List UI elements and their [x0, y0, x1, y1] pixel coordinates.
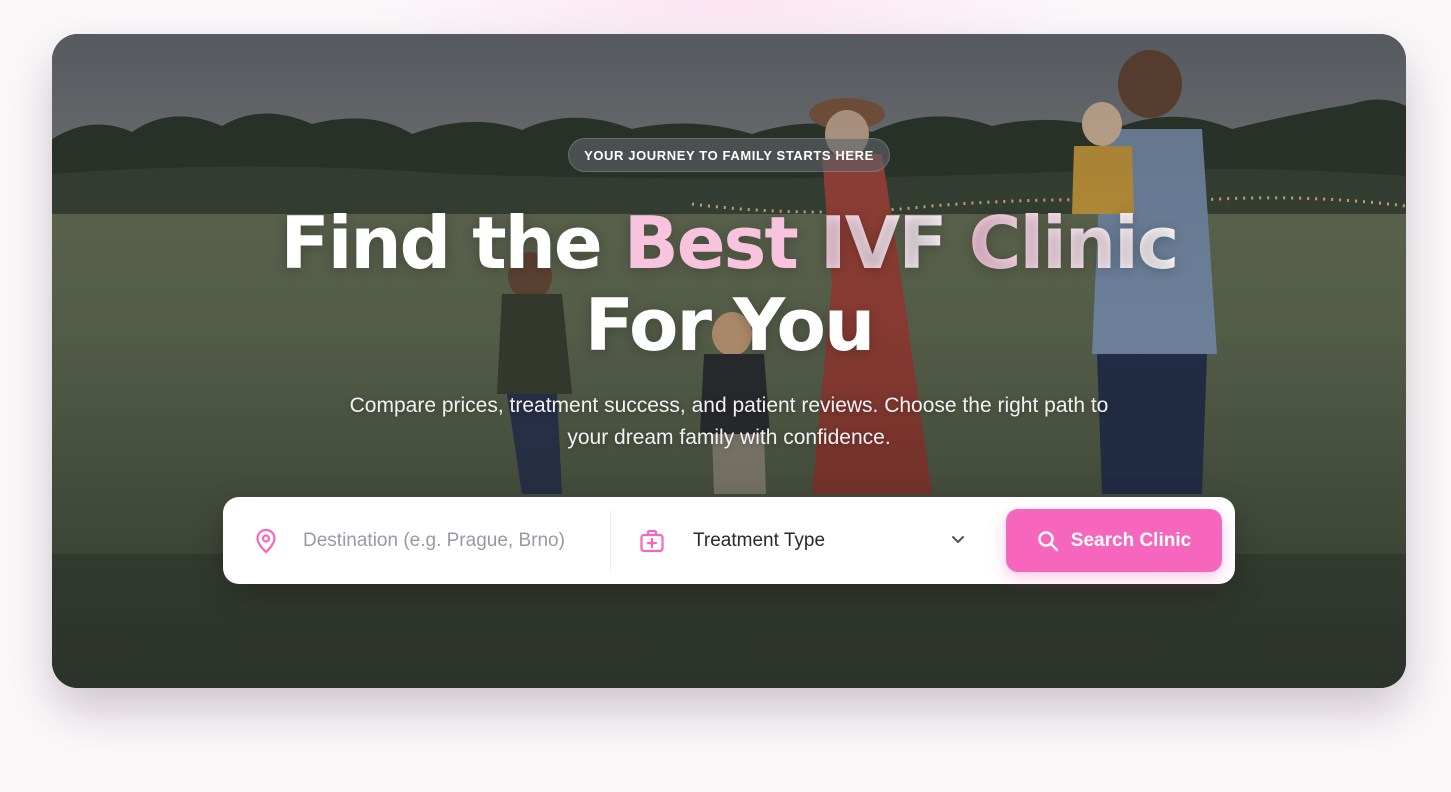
headline-line-1: Find the Best IVF Clinic: [229, 202, 1229, 284]
headline-highlight: Best: [623, 201, 799, 285]
medical-kit-icon: [640, 529, 664, 552]
headline-fade: Clinic: [968, 201, 1180, 285]
destination-input[interactable]: [303, 520, 603, 561]
hero-badge: YOUR JOURNEY TO FAMILY STARTS HERE: [568, 138, 890, 172]
hero-subtitle: Compare prices, treatment success, and p…: [349, 394, 1109, 449]
hero-headline: Find the Best IVF Clinic For You: [229, 202, 1229, 366]
search-button-label: Search Clinic: [1070, 529, 1192, 551]
hero-banner: YOUR JOURNEY TO FAMILY STARTS HERE Find …: [52, 34, 1406, 688]
map-pin-icon: [256, 528, 276, 553]
search-clinic-button[interactable]: Search Clinic: [1006, 509, 1222, 572]
destination-field[interactable]: [223, 497, 611, 584]
clinic-search-bar: Treatment Type Search Clinic: [223, 497, 1235, 584]
headline-line-2: For You: [584, 283, 876, 367]
headline-part-1: Find the: [280, 201, 624, 285]
treatment-type-value: Treatment Type: [693, 529, 826, 551]
headline-part-2: IVF: [796, 201, 969, 285]
chevron-down-icon: [952, 536, 964, 543]
treatment-type-select[interactable]: Treatment Type: [611, 497, 993, 584]
search-icon: [1038, 530, 1058, 551]
